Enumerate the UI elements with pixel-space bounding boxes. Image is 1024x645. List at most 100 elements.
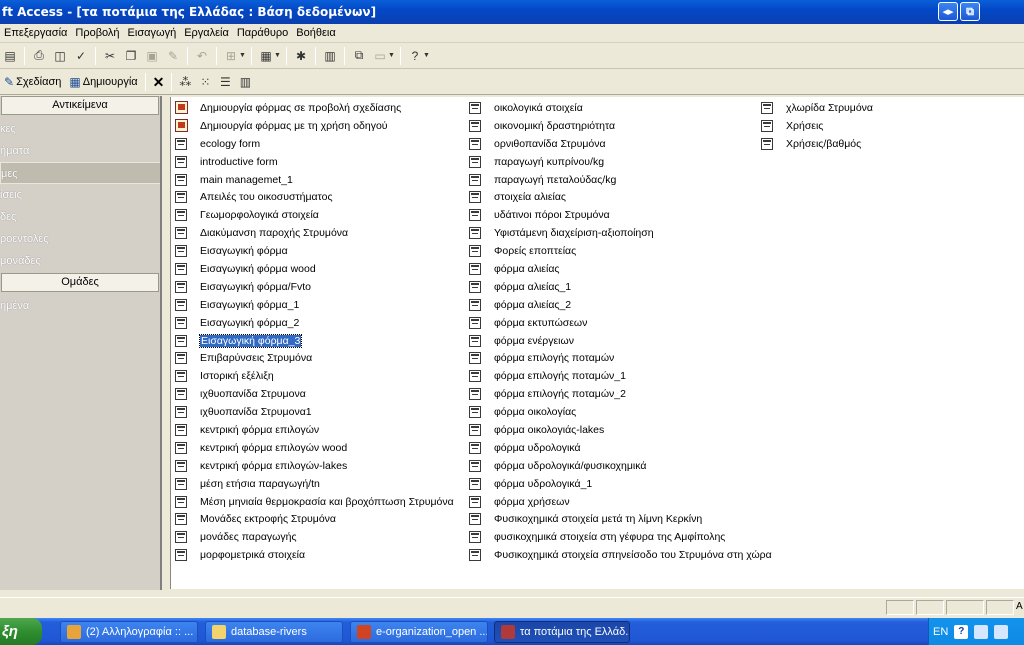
form-list-item[interactable]: φόρμα αλιείας_2 — [465, 296, 772, 314]
form-list-item[interactable]: ιχθυοπανίδα Στρυμονα — [171, 385, 454, 403]
form-list-item[interactable]: Εισαγωγική φόρμα — [171, 242, 454, 260]
create-button[interactable]: ▦ Δημιουργία — [65, 72, 141, 92]
form-list-item[interactable]: οικολογικά στοιχεία — [465, 99, 772, 117]
details-view-icon[interactable]: ▥ — [235, 72, 255, 92]
groups-header[interactable]: Ομάδες — [1, 273, 159, 292]
large-icons-view-icon[interactable]: ⁂ — [175, 72, 195, 92]
object-type-item[interactable]: ήματα — [0, 140, 160, 162]
dropdown-caret-icon[interactable]: ▼ — [274, 52, 282, 59]
print-icon[interactable]: ⎙ — [29, 46, 49, 66]
form-list-item[interactable]: Εισαγωγική φόρμα/Fvto — [171, 278, 454, 296]
relationships-icon[interactable]: ⧉ — [349, 46, 369, 66]
menu-insert[interactable]: Εισαγωγή — [128, 27, 181, 39]
language-indicator[interactable]: EN — [933, 626, 948, 638]
menu-tools[interactable]: Εργαλεία — [184, 27, 233, 39]
form-list-item[interactable]: κεντρική φόρμα επιλογών wood — [171, 439, 454, 457]
form-list-item[interactable]: φόρμα αλιείας_1 — [465, 278, 772, 296]
form-list-item[interactable]: Επιβαρύνσεις Στρυμόνα — [171, 349, 454, 367]
form-list-item[interactable]: Διακύμανση παροχής Στρυμόνα — [171, 224, 454, 242]
form-list-item[interactable]: ορνιθοπανίδα Στρυμόνα — [465, 135, 772, 153]
form-list-item[interactable]: Εισαγωγική φόρμα_1 — [171, 296, 454, 314]
format-painter-icon[interactable]: ✎ — [163, 46, 183, 66]
menu-help[interactable]: Βοήθεια — [296, 27, 339, 39]
network-tray-icon[interactable] — [974, 624, 989, 639]
form-list-item[interactable]: φόρμα επιλογής ποταμών — [465, 349, 772, 367]
menu-edit[interactable]: Επεξεργασία — [4, 27, 71, 39]
object-type-item[interactable]: μες — [0, 162, 160, 184]
form-list-item[interactable]: Δημιουργία φόρμας σε προβολή σχεδίασης — [171, 99, 454, 117]
form-list-item[interactable]: φόρμα υδρολογικά_1 — [465, 475, 772, 493]
print-preview-icon[interactable]: ◫ — [50, 46, 70, 66]
form-list-item[interactable]: Χρήσεις/βαθμός — [757, 135, 873, 153]
list-view-icon[interactable]: ☰ — [215, 72, 235, 92]
small-icons-view-icon[interactable]: ⁙ — [195, 72, 215, 92]
form-list-item[interactable]: Απειλές του οικοσυστήματος — [171, 188, 454, 206]
object-type-item[interactable]: ροεντολές — [0, 228, 160, 250]
form-list-item[interactable]: introductive form — [171, 153, 454, 171]
delete-button[interactable]: ✕ — [149, 72, 169, 92]
form-list-item[interactable]: Φορείς εποπτείας — [465, 242, 772, 260]
form-list-item[interactable]: Ιστορική εξέλιξη — [171, 367, 454, 385]
form-list-item[interactable]: Δημιουργία φόρμας με τη χρήση οδηγού — [171, 117, 454, 135]
form-list-item[interactable]: μορφομετρικά στοιχεία — [171, 546, 454, 564]
form-list-item[interactable]: φόρμα υδρολογικά — [465, 439, 772, 457]
taskbar-task[interactable]: τα ποτάμια της Ελλάδ... — [494, 621, 630, 643]
help-icon[interactable]: ? — [405, 46, 425, 66]
form-list-item[interactable]: φόρμα επιλογής ποταμών_1 — [465, 367, 772, 385]
form-list-item[interactable]: Εισαγωγική φόρμα wood — [171, 260, 454, 278]
group-item[interactable]: ημένα — [0, 295, 160, 317]
dropdown-caret-icon[interactable]: ▼ — [423, 52, 431, 59]
form-list-item[interactable]: φόρμα αλιείας — [465, 260, 772, 278]
restore-window-button[interactable]: ◂▸ — [938, 2, 958, 21]
dropdown-caret-icon[interactable]: ▼ — [239, 52, 247, 59]
menu-view[interactable]: Προβολή — [75, 27, 123, 39]
menu-window[interactable]: Παράθυρο — [237, 27, 292, 39]
form-list-item[interactable]: οικονομική δραστηριότητα — [465, 117, 772, 135]
form-list-item[interactable]: υδάτινοι πόροι Στρυμόνα — [465, 206, 772, 224]
object-type-item[interactable]: δες — [0, 206, 160, 228]
object-type-item[interactable]: ίσεις — [0, 184, 160, 206]
start-button[interactable]: ξη — [0, 618, 42, 645]
form-list-item[interactable]: παραγωγή πεταλούδας/kg — [465, 171, 772, 189]
taskbar-task[interactable]: (2) Αλληλογραφία :: ... — [60, 621, 198, 643]
form-list-item[interactable]: φόρμα οικολογιάς-lakes — [465, 421, 772, 439]
properties-icon[interactable]: ▥ — [320, 46, 340, 66]
form-list-item[interactable]: φόρμα επιλογής ποταμών_2 — [465, 385, 772, 403]
form-list-item[interactable]: κεντρική φόρμα επιλογών — [171, 421, 454, 439]
form-list-item[interactable]: Φυσικοχημικά στοιχεία μετά τη λίμνη Κερκ… — [465, 510, 772, 528]
design-button[interactable]: ✎ Σχεδίαση — [0, 72, 65, 92]
form-list-item[interactable]: φόρμα υδρολογικά/φυσικοχημικά — [465, 457, 772, 475]
close-window-button[interactable]: ⧉ — [960, 2, 980, 21]
form-list-item[interactable]: Μέση μηνιαία θερμοκρασία και βροχόπτωση … — [171, 493, 454, 511]
spelling-icon[interactable]: ✓ — [71, 46, 91, 66]
undo-icon[interactable]: ↶ — [192, 46, 212, 66]
objects-header[interactable]: Αντικείμενα — [1, 96, 159, 115]
form-list-item[interactable]: κεντρική φόρμα επιλογών-lakes — [171, 457, 454, 475]
new-object-icon[interactable]: ▭ — [370, 46, 390, 66]
form-list-item[interactable]: παραγωγή κυπρίνου/kg — [465, 153, 772, 171]
taskbar-task[interactable]: database-rivers — [205, 621, 343, 643]
object-type-item[interactable]: μονάδες — [0, 250, 160, 272]
form-list-item[interactable]: φόρμα οικολογίας — [465, 403, 772, 421]
copy-icon[interactable]: ❐ — [121, 46, 141, 66]
form-list-item[interactable]: μονάδες παραγωγής — [171, 528, 454, 546]
form-list-item[interactable]: φόρμα ενέργειων — [465, 332, 772, 350]
cut-icon[interactable]: ✂ — [100, 46, 120, 66]
form-list-item[interactable]: main managemet_1 — [171, 171, 454, 189]
object-type-item[interactable]: κες — [0, 118, 160, 140]
form-list-item[interactable]: Χρήσεις — [757, 117, 873, 135]
form-list-item[interactable]: φόρμα εκτυπώσεων — [465, 314, 772, 332]
form-list-item[interactable]: ιχθυοπανίδα Στρυμονα1 — [171, 403, 454, 421]
form-list-item[interactable]: ecology form — [171, 135, 454, 153]
paste-icon[interactable]: ▣ — [142, 46, 162, 66]
help-tray-icon[interactable]: ? — [954, 624, 969, 639]
volume-tray-icon[interactable] — [994, 624, 1009, 639]
analyze-icon[interactable]: ▦ — [256, 46, 276, 66]
form-list-item[interactable]: Φυσικοχημικά στοιχεία σπηνείσοδο του Στρ… — [465, 546, 772, 564]
save-icon[interactable]: ▤ — [0, 46, 20, 66]
form-list-item[interactable]: μέση ετήσια παραγωγή/tn — [171, 475, 454, 493]
code-icon[interactable]: ✱ — [291, 46, 311, 66]
form-list-item[interactable]: στοιχεία αλιείας — [465, 188, 772, 206]
form-list-item[interactable]: φόρμα χρήσεων — [465, 493, 772, 511]
office-links-icon[interactable]: ⊞ — [221, 46, 241, 66]
